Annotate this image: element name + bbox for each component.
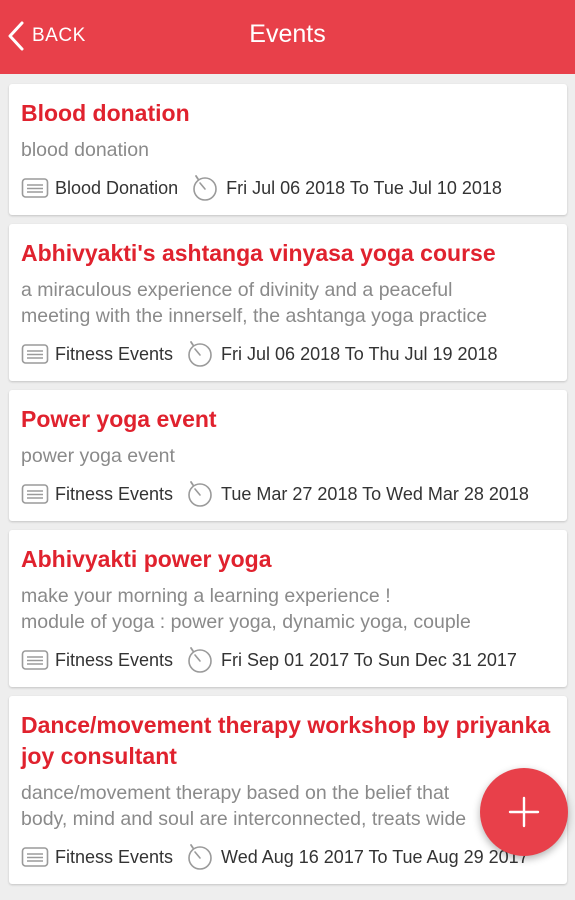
event-dates: Wed Aug 16 2017 To Tue Aug 29 2017 xyxy=(221,846,529,867)
tag-list-icon xyxy=(21,847,49,867)
tag-list-icon xyxy=(21,178,49,198)
event-title: Abhivyakti power yoga xyxy=(21,546,272,572)
event-category: Fitness Events xyxy=(55,343,174,364)
timer-icon xyxy=(188,481,212,507)
event-dates: Fri Jul 06 2018 To Tue Jul 10 2018 xyxy=(226,177,502,198)
page-title: Events xyxy=(249,20,326,48)
event-category: Fitness Events xyxy=(55,483,174,504)
event-category: Fitness Events xyxy=(55,846,174,867)
event-meta: Fitness Events Fri Sep 01 2017 To Sun De… xyxy=(21,645,555,675)
add-event-button[interactable] xyxy=(480,768,568,856)
timer-icon xyxy=(188,341,212,367)
event-card[interactable]: Abhivyakti power yoga make your morning … xyxy=(9,530,567,687)
app-bar: BACK Events xyxy=(0,0,575,74)
event-title: Power yoga event xyxy=(21,406,217,432)
event-dates: Fri Jul 06 2018 To Thu Jul 19 2018 xyxy=(221,343,498,364)
event-description: blood donation xyxy=(21,139,149,161)
tag-list-icon xyxy=(21,650,49,670)
event-description: dance/movement therapy based on the beli… xyxy=(21,782,467,830)
event-card[interactable]: Dance/movement therapy workshop by priya… xyxy=(9,696,567,884)
tag-list-icon xyxy=(21,484,49,504)
event-dates: Fri Sep 01 2017 To Sun Dec 31 2017 xyxy=(221,649,517,670)
timer-icon xyxy=(193,175,217,201)
events-list: Blood donation blood donation Blood Dona… xyxy=(9,84,567,893)
event-title: Dance/movement therapy workshop by priya… xyxy=(21,712,551,769)
event-category: Blood Donation xyxy=(55,177,179,198)
event-category: Fitness Events xyxy=(55,649,174,670)
plus-icon xyxy=(508,796,540,828)
event-meta: Fitness Events Tue Mar 27 2018 To Wed Ma… xyxy=(21,479,555,509)
tag-list-icon xyxy=(21,344,49,364)
event-title: Abhivyakti's ashtanga vinyasa yoga cours… xyxy=(21,240,496,266)
event-description: make your morning a learning experience … xyxy=(21,585,471,633)
timer-icon xyxy=(188,647,212,673)
event-meta: Blood Donation Fri Jul 06 2018 To Tue Ju… xyxy=(21,173,555,203)
event-card[interactable]: Power yoga event power yoga event Fitnes… xyxy=(9,390,567,521)
event-card[interactable]: Abhivyakti's ashtanga vinyasa yoga cours… xyxy=(9,224,567,381)
event-dates: Tue Mar 27 2018 To Wed Mar 28 2018 xyxy=(221,483,529,504)
timer-icon xyxy=(188,844,212,870)
event-meta: Fitness Events Fri Jul 06 2018 To Thu Ju… xyxy=(21,339,555,369)
event-description: a miraculous experience of divinity and … xyxy=(21,279,488,327)
event-description: power yoga event xyxy=(21,445,175,467)
event-title: Blood donation xyxy=(21,100,190,126)
event-meta: Fitness Events Wed Aug 16 2017 To Tue Au… xyxy=(21,842,555,872)
event-card[interactable]: Blood donation blood donation Blood Dona… xyxy=(9,84,567,215)
